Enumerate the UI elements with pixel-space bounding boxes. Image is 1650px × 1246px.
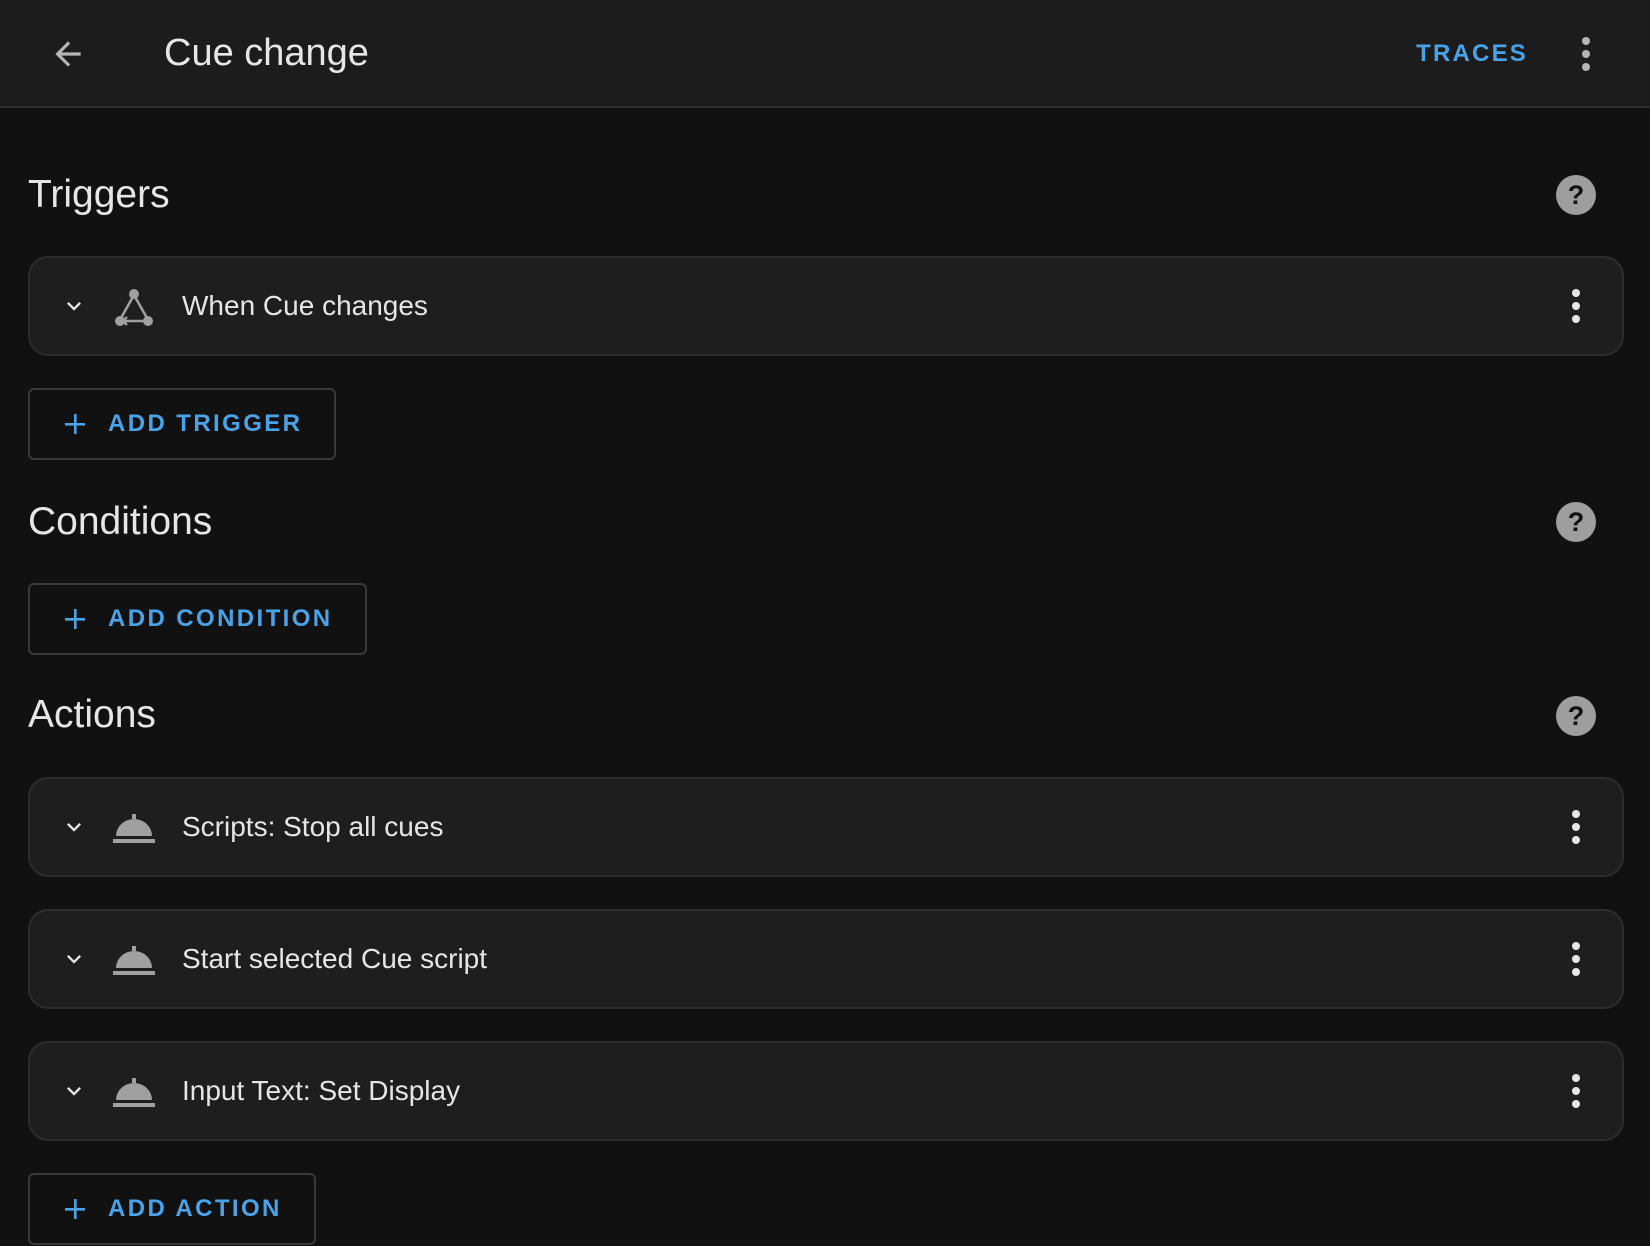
service-bell-icon (110, 937, 158, 985)
action-menu-button[interactable] (1554, 805, 1598, 849)
arrow-left-icon (55, 41, 81, 67)
triggers-heading: Triggers (28, 173, 170, 216)
traces-button[interactable]: TRACES (1416, 34, 1528, 74)
action-label: Scripts: Stop all cues (182, 811, 444, 842)
chevron-down-icon (67, 955, 81, 964)
trigger-card[interactable]: When Cue changes (28, 256, 1624, 356)
action-label: Input Text: Set Display (182, 1075, 461, 1106)
help-circle-icon[interactable]: ? (1556, 696, 1596, 736)
trigger-menu-button[interactable] (1554, 284, 1598, 328)
add-action-label: ADD ACTION (108, 1195, 282, 1222)
dots-vertical-icon (1572, 942, 1580, 976)
chevron-down-icon (67, 302, 81, 311)
dots-vertical-icon (1572, 289, 1580, 323)
add-trigger-label: ADD TRIGGER (108, 410, 303, 437)
action-card[interactable]: Scripts: Stop all cues (28, 777, 1624, 877)
action-label: Start selected Cue script (182, 943, 488, 974)
svg-text:?: ? (1568, 180, 1585, 210)
add-condition-label: ADD CONDITION (108, 605, 333, 632)
service-bell-icon (110, 1069, 158, 1117)
add-trigger-button[interactable]: ADD TRIGGER (28, 388, 337, 460)
plus-icon (62, 606, 88, 632)
top-app-bar: Cue change TRACES (0, 0, 1650, 108)
dots-vertical-icon (1572, 1074, 1580, 1108)
add-action-button[interactable]: ADD ACTION (28, 1173, 316, 1245)
action-menu-button[interactable] (1554, 1069, 1598, 1113)
service-bell-icon (110, 805, 158, 853)
chevron-down-icon (67, 823, 81, 832)
expand-button[interactable] (52, 937, 96, 981)
svg-text:?: ? (1568, 507, 1585, 537)
help-circle-icon[interactable]: ? (1556, 502, 1596, 542)
overflow-menu-button[interactable] (1562, 30, 1610, 78)
action-card[interactable]: Start selected Cue script (28, 909, 1624, 1009)
page-title: Cue change (164, 32, 369, 74)
dots-vertical-icon (1582, 37, 1590, 71)
conditions-heading: Conditions (28, 500, 213, 543)
trigger-label: When Cue changes (182, 290, 428, 321)
back-button[interactable] (38, 28, 98, 80)
svg-text:?: ? (1568, 701, 1585, 731)
actions-heading: Actions (28, 693, 156, 736)
action-card[interactable]: Input Text: Set Display (28, 1041, 1624, 1141)
add-condition-button[interactable]: ADD CONDITION (28, 583, 367, 655)
expand-button[interactable] (52, 805, 96, 849)
state-change-icon (110, 284, 158, 332)
help-circle-icon[interactable]: ? (1556, 175, 1596, 215)
chevron-down-icon (67, 1087, 81, 1096)
plus-icon (62, 411, 88, 437)
dots-vertical-icon (1572, 810, 1580, 844)
expand-button[interactable] (52, 1069, 96, 1113)
action-menu-button[interactable] (1554, 937, 1598, 981)
expand-button[interactable] (52, 284, 96, 328)
plus-icon (62, 1196, 88, 1222)
